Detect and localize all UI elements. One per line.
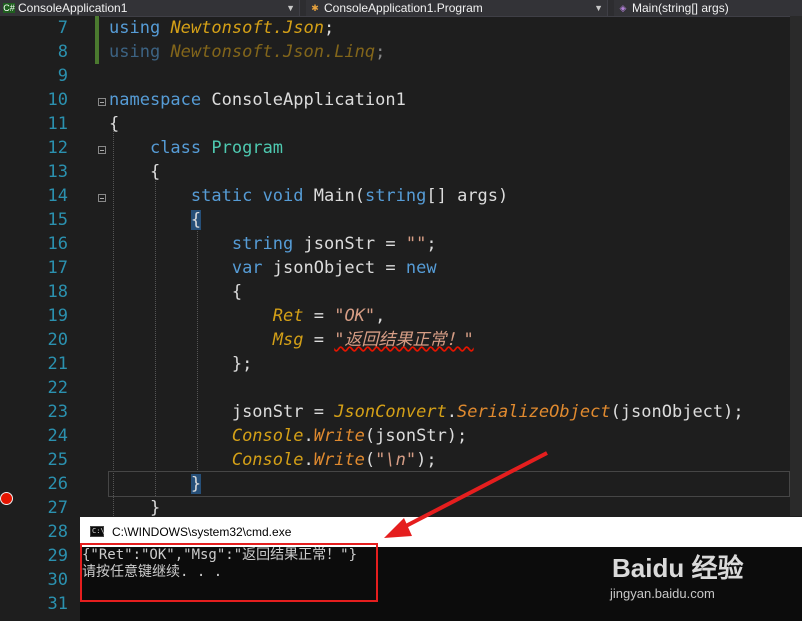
baidu-logo: Baidu 经验 — [612, 553, 744, 583]
baidu-watermark: Baidu 经验 jingyan.baidu.com — [610, 548, 744, 601]
watermark-url: jingyan.baidu.com — [610, 586, 715, 601]
annotation-arrow — [384, 451, 548, 538]
